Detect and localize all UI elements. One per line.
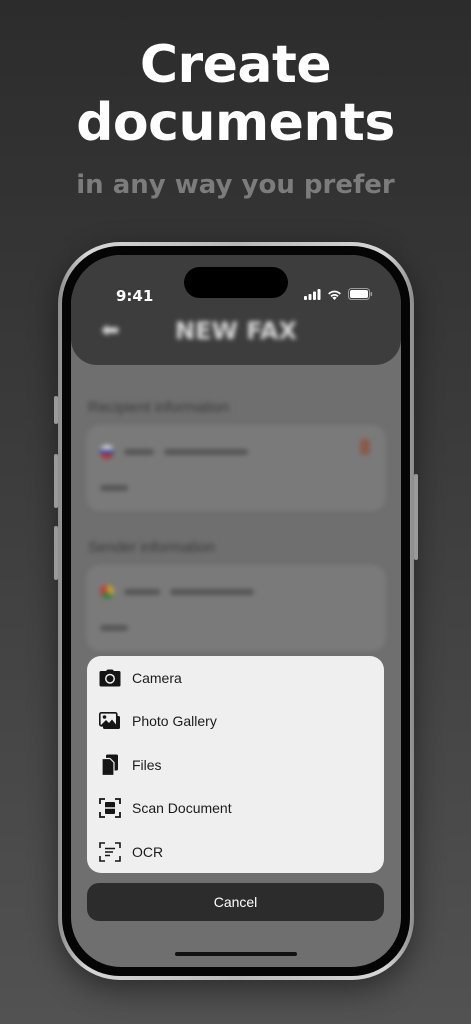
camera-label: Camera [132, 669, 182, 686]
camera-icon [99, 667, 121, 689]
sender-section-label: Sender information [88, 539, 215, 556]
cellular-signal-icon [304, 288, 321, 300]
flag-icon [100, 445, 114, 459]
files-icon [99, 754, 121, 776]
photo-gallery-label: Photo Gallery [132, 712, 217, 729]
ocr-option[interactable]: OCR [87, 830, 384, 873]
photo-gallery-option[interactable]: Photo Gallery [87, 699, 384, 742]
ocr-label: OCR [132, 843, 164, 860]
scan-document-icon [99, 797, 121, 819]
app-title: NEW FAX [174, 317, 298, 345]
phone-frame: ⬅ NEW FAX Recipient information Sender i… [54, 242, 418, 980]
wifi-icon [328, 290, 341, 300]
cancel-button[interactable]: Cancel [87, 883, 384, 921]
files-label: Files [132, 756, 162, 773]
volume-up-button [54, 454, 58, 508]
home-indicator[interactable] [175, 952, 297, 956]
promo-subtitle: in any way you prefer [76, 170, 395, 200]
scan-document-label: Scan Document [132, 799, 232, 816]
flag-icon [100, 585, 114, 599]
contact-icon[interactable] [360, 439, 370, 455]
recipient-name-placeholder [100, 485, 128, 491]
photo-gallery-icon [99, 710, 121, 732]
files-option[interactable]: Files [87, 743, 384, 786]
recipient-section-label: Recipient information [88, 399, 229, 416]
status-icons [304, 288, 373, 300]
ocr-icon [99, 841, 121, 863]
recipient-card[interactable] [86, 425, 386, 511]
volume-down-button [54, 526, 58, 580]
battery-icon [348, 288, 373, 300]
power-button [414, 474, 418, 560]
dynamic-island [184, 267, 288, 298]
scan-document-option[interactable]: Scan Document [87, 786, 384, 829]
sender-card[interactable] [86, 565, 386, 651]
action-sheet: Camera Photo Gallery Files Scan Document… [87, 656, 384, 873]
sender-name-placeholder [100, 625, 128, 631]
phone-screen: ⬅ NEW FAX Recipient information Sender i… [71, 255, 401, 967]
promo-title: Create documents [76, 35, 395, 153]
camera-option[interactable]: Camera [87, 656, 384, 699]
action-button [54, 396, 58, 424]
status-time: 9:41 [116, 287, 154, 305]
